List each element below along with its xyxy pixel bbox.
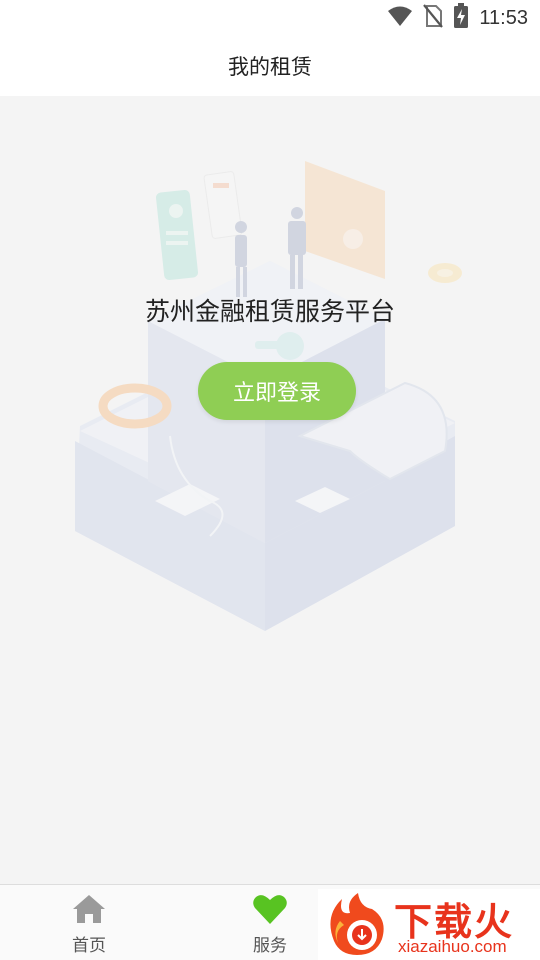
status-time: 11:53	[479, 6, 528, 29]
battery-charging-icon	[453, 3, 469, 33]
tab-service[interactable]: 服务	[215, 885, 325, 960]
status-icons: 11:53	[387, 3, 528, 33]
heart-icon	[253, 895, 287, 924]
home-icon	[73, 895, 105, 923]
platform-name: 苏州金融租赁服务平台	[144, 297, 395, 326]
flame-logo-icon	[330, 893, 384, 955]
login-button[interactable]: 立即登录	[198, 362, 356, 420]
watermark: 下载火 xiazaihuo.com	[318, 889, 540, 960]
app-header: 我的租赁	[0, 36, 540, 96]
main-content: 苏州金融租赁服务平台 立即登录	[0, 96, 540, 884]
no-sim-icon	[423, 4, 444, 32]
page-title: 我的租赁	[228, 55, 312, 79]
tab-service-label: 服务	[253, 936, 287, 956]
wifi-icon	[387, 5, 413, 31]
tab-home[interactable]: 首页	[34, 885, 144, 960]
tab-home-label: 首页	[72, 936, 106, 956]
status-bar: 11:53	[0, 0, 540, 36]
watermark-url: xiazaihuo.com	[398, 937, 507, 956]
